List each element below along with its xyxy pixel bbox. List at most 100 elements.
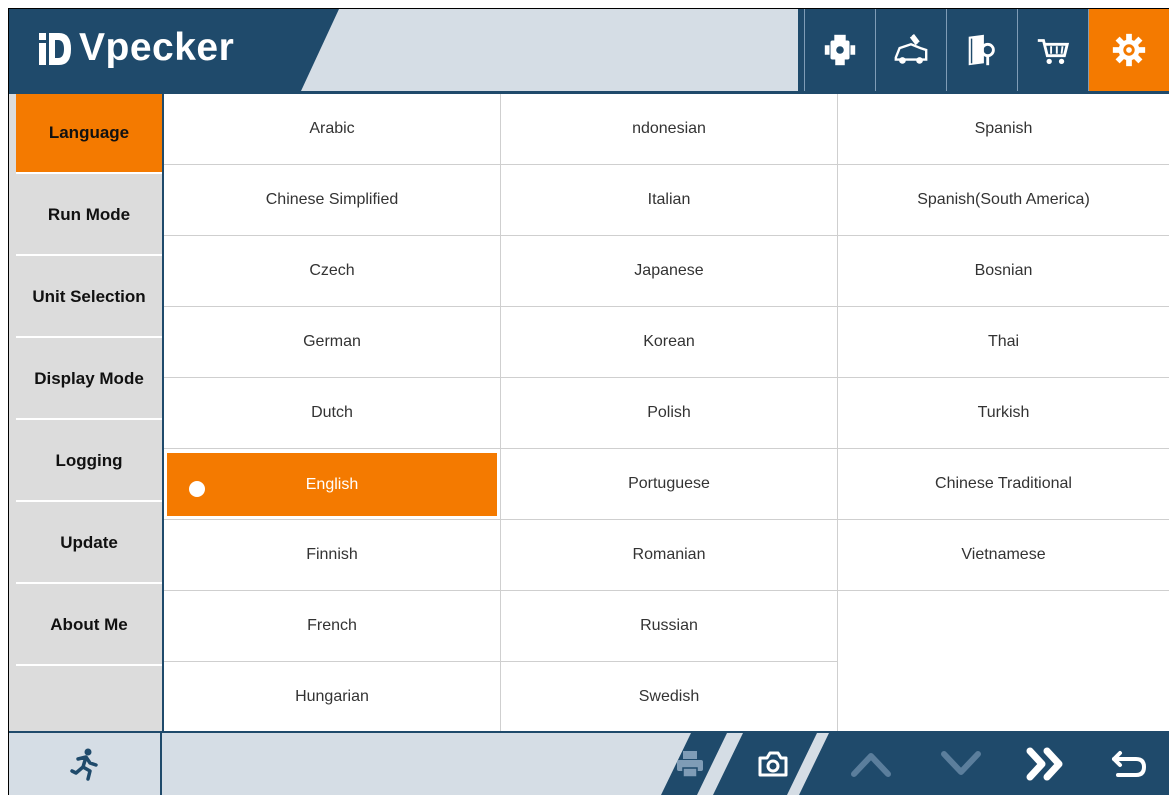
- language-label: Spanish: [974, 120, 1033, 137]
- engine-diagnosis-icon: [824, 34, 856, 66]
- language-option[interactable]: Dutch: [164, 378, 501, 449]
- language-option[interactable]: Korean: [501, 307, 838, 378]
- selected-highlight: English: [167, 453, 497, 516]
- sidebar-item-update[interactable]: Update: [16, 504, 162, 584]
- brand-name: Vpecker: [79, 26, 235, 69]
- language-option[interactable]: Vietnamese: [838, 520, 1169, 591]
- language-option[interactable]: Bosnian: [838, 236, 1169, 307]
- language-label: German: [303, 333, 361, 350]
- car-service-button[interactable]: [875, 9, 946, 91]
- language-label: Turkish: [977, 404, 1030, 421]
- radio-selected-icon: [189, 481, 205, 497]
- language-label: Romanian: [632, 546, 706, 563]
- screenshot-button[interactable]: [751, 741, 795, 787]
- sidebar-item-unit-selection[interactable]: Unit Selection: [16, 258, 162, 338]
- header-bar: Vpecker: [9, 9, 1169, 94]
- language-label: Russian: [640, 617, 698, 634]
- language-label: Vietnamese: [961, 546, 1046, 563]
- language-label: Swedish: [638, 687, 700, 705]
- language-option[interactable]: French: [164, 591, 501, 662]
- language-label: English: [305, 475, 359, 493]
- shop-cart-icon: [1037, 39, 1070, 65]
- language-option[interactable]: Arabic: [164, 94, 501, 165]
- vpecker-logo-icon: [37, 29, 73, 69]
- language-label: Arabic: [309, 120, 355, 137]
- language-option[interactable]: ndonesian: [501, 94, 838, 165]
- language-label: French: [307, 617, 357, 634]
- language-option[interactable]: Hungarian: [164, 662, 501, 731]
- sidebar-item-empty: [16, 668, 162, 731]
- language-label: ndonesian: [632, 120, 706, 137]
- sidebar-item-label: Unit Selection: [32, 287, 146, 306]
- language-label: Chinese Simplified: [265, 191, 399, 208]
- footer-dark-band: [661, 733, 1169, 795]
- car-service-icon: [894, 33, 928, 64]
- skip-forward-icon: [1026, 747, 1063, 781]
- language-label: Portuguese: [628, 475, 710, 492]
- language-label: Finnish: [306, 546, 358, 563]
- sidebar-item-display-mode[interactable]: Display Mode: [16, 340, 162, 420]
- sidebar-item-label: Run Mode: [47, 205, 131, 224]
- language-option[interactable]: Russian: [501, 591, 838, 662]
- page-up-button[interactable]: [845, 741, 897, 787]
- settings-gear-icon: [1112, 33, 1146, 67]
- manual-search-button[interactable]: [946, 9, 1017, 91]
- language-label: Italian: [647, 191, 691, 208]
- language-option[interactable]: Chinese Simplified: [164, 165, 501, 236]
- sidebar-item-label: About Me: [50, 615, 128, 634]
- shop-cart-button[interactable]: [1017, 9, 1088, 91]
- manual-search-icon: [968, 34, 995, 66]
- language-option[interactable]: Polish: [501, 378, 838, 449]
- language-option[interactable]: Czech: [164, 236, 501, 307]
- language-label: Japanese: [634, 262, 704, 279]
- language-label: Chinese Traditional: [935, 475, 1072, 492]
- language-option[interactable]: Romanian: [501, 520, 838, 591]
- language-option[interactable]: Swedish: [501, 662, 838, 731]
- language-label: Dutch: [311, 404, 353, 421]
- empty-cell: [838, 591, 1169, 731]
- footer-divider: [9, 731, 1169, 733]
- language-option[interactable]: Japanese: [501, 236, 838, 307]
- sidebar-item-logging[interactable]: Logging: [16, 422, 162, 502]
- sidebar-item-label: Update: [60, 533, 118, 552]
- engine-diagnosis-button[interactable]: [804, 9, 875, 91]
- sidebar-item-label: Display Mode: [34, 369, 144, 388]
- language-label: Korean: [643, 333, 695, 350]
- skip-forward-button[interactable]: [1019, 741, 1073, 787]
- language-label: Bosnian: [974, 262, 1033, 279]
- language-option[interactable]: Italian: [501, 165, 838, 236]
- language-option[interactable]: German: [164, 307, 501, 378]
- sidebar-item-about-me[interactable]: About Me: [16, 586, 162, 666]
- page-down-icon: [941, 751, 981, 775]
- sidebar-item-label: Language: [48, 123, 130, 142]
- language-label: Hungarian: [295, 687, 369, 705]
- sidebar-item-run-mode[interactable]: Run Mode: [16, 176, 162, 256]
- page-down-button[interactable]: [935, 741, 987, 787]
- language-option[interactable]: Portuguese: [501, 449, 838, 520]
- back-button[interactable]: [1103, 741, 1155, 787]
- sidebar-item-label: Logging: [55, 451, 123, 470]
- back-return-icon: [1112, 751, 1147, 777]
- exit-running-man-icon: [69, 748, 98, 781]
- language-label: Polish: [647, 404, 691, 421]
- sidebar: Language Run Mode Unit Selection Display…: [9, 94, 164, 731]
- language-option[interactable]: Spanish: [838, 94, 1169, 165]
- language-option[interactable]: Spanish(South America): [838, 165, 1169, 236]
- page-up-icon: [851, 753, 891, 777]
- settings-button[interactable]: [1088, 9, 1169, 91]
- language-label: Czech: [309, 262, 355, 279]
- language-label: Thai: [987, 333, 1020, 350]
- print-icon: [677, 751, 703, 778]
- language-label: Spanish(South America): [917, 191, 1090, 208]
- sidebar-item-language[interactable]: Language: [16, 94, 162, 174]
- language-option-selected[interactable]: English: [164, 449, 501, 520]
- language-option[interactable]: Turkish: [838, 378, 1169, 449]
- footer-toolbar: [9, 731, 1169, 795]
- language-option[interactable]: Thai: [838, 307, 1169, 378]
- language-option[interactable]: Finnish: [164, 520, 501, 591]
- language-option[interactable]: Chinese Traditional: [838, 449, 1169, 520]
- print-button[interactable]: [670, 741, 710, 787]
- exit-button[interactable]: [9, 733, 162, 795]
- camera-screenshot-icon: [758, 751, 788, 777]
- language-grid: Arabic Chinese Simplified Czech German D…: [164, 94, 1169, 731]
